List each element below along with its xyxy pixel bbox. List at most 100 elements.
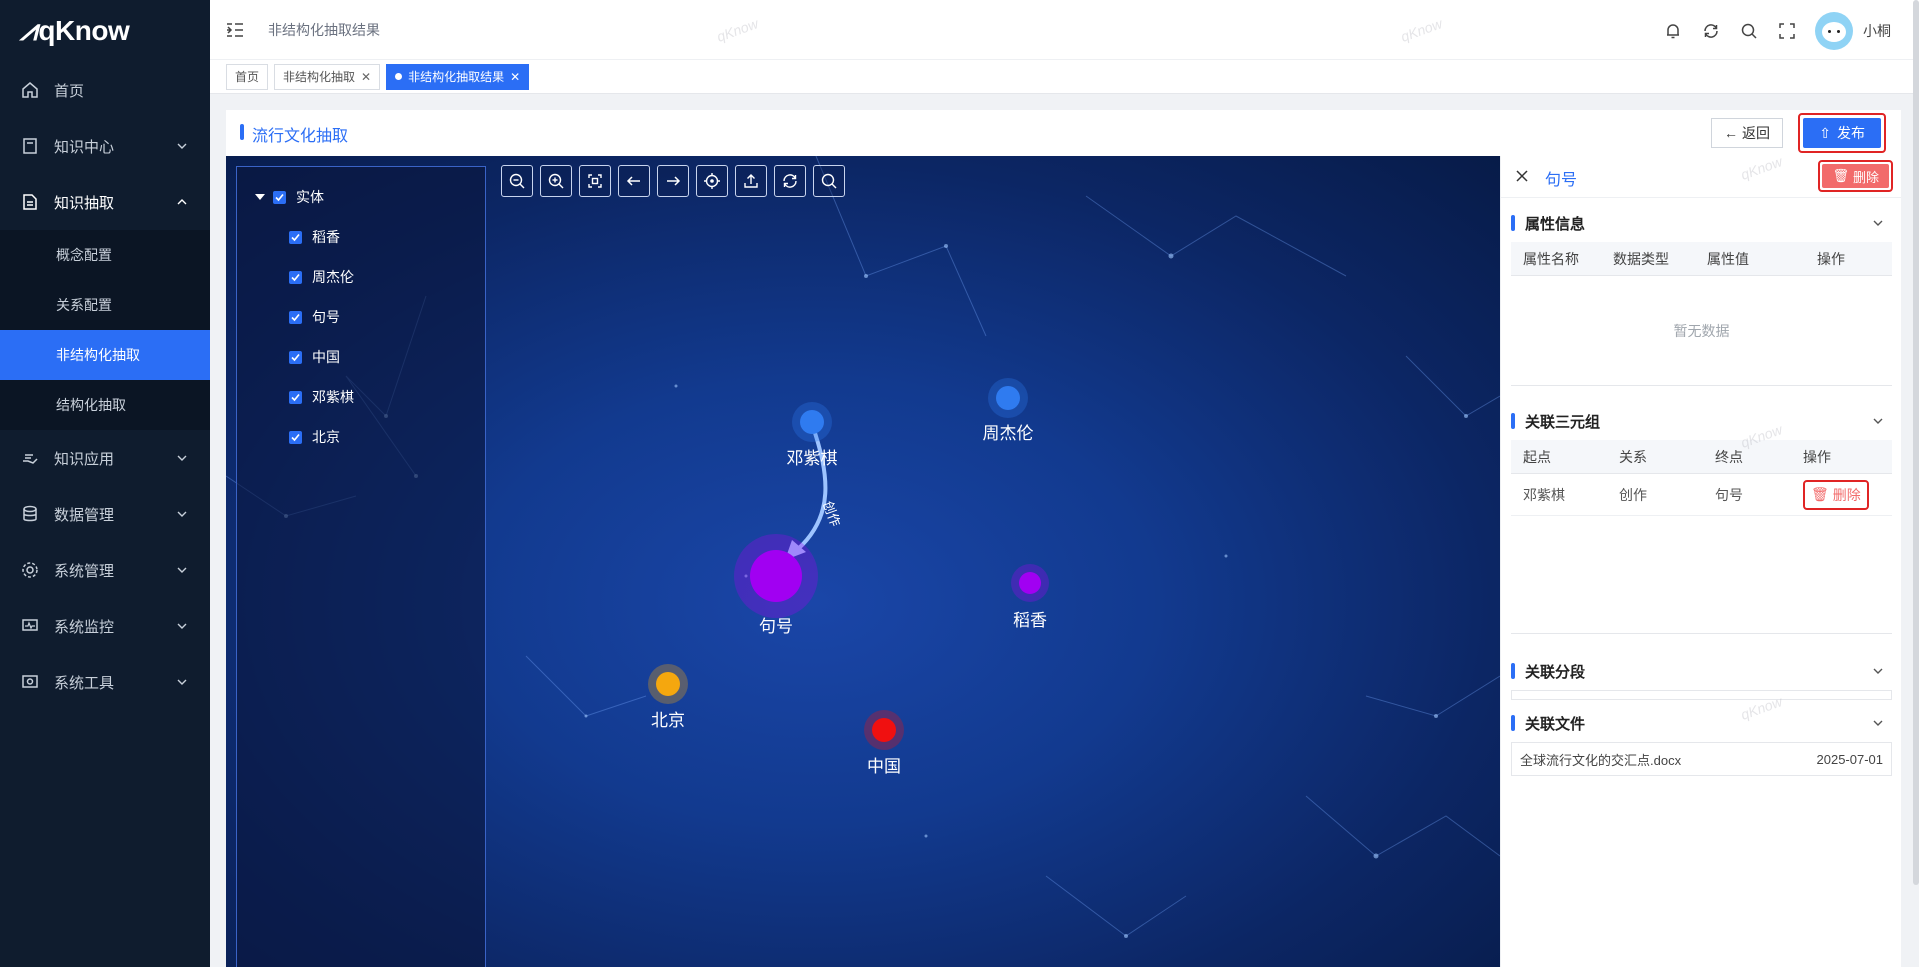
arrow-right-icon[interactable] [657, 165, 689, 197]
checkbox-checked-icon[interactable] [289, 430, 302, 444]
tree-root[interactable]: 实体 [255, 187, 324, 207]
graph-node-jh[interactable] [734, 534, 818, 618]
graph-node-dx[interactable] [1011, 564, 1049, 602]
checkbox-checked-icon[interactable] [273, 190, 286, 204]
sidebar-item-concept-config[interactable]: 概念配置 [0, 230, 210, 280]
section-title[interactable]: 关联分段 [1511, 656, 1892, 686]
avatar-eye [1828, 30, 1831, 33]
tree-item[interactable]: 稻香 [289, 227, 340, 247]
trash-icon: 🗑 [1811, 486, 1829, 502]
fit-icon[interactable] [579, 165, 611, 197]
graph-node-label: 北京 [651, 711, 685, 730]
zoom-in-icon[interactable] [540, 165, 572, 197]
checkbox-checked-icon[interactable] [289, 350, 302, 364]
bell-icon[interactable] [1663, 21, 1683, 41]
export-icon[interactable] [735, 165, 767, 197]
sidebar-item-unstructured-extraction[interactable]: 非结构化抽取 [0, 330, 210, 380]
app-logo[interactable]: ⩘ qKnow [0, 0, 210, 62]
section-title[interactable]: 关联文件 [1511, 708, 1892, 738]
target-icon[interactable] [696, 165, 728, 197]
close-icon[interactable]: ✕ [510, 70, 520, 84]
fullscreen-icon[interactable] [1777, 21, 1797, 41]
tree-item[interactable]: 句号 [289, 307, 340, 327]
refresh-icon[interactable] [774, 165, 806, 197]
sidebar-item-data-management[interactable]: 数据管理 [0, 486, 210, 542]
triple-action: 🗑 删除 [1791, 479, 1891, 510]
publish-label: 发布 [1837, 125, 1865, 141]
sidebar-item-knowledge-app[interactable]: 知识应用 [0, 430, 210, 486]
caret-down-icon[interactable] [255, 194, 265, 200]
close-icon[interactable] [1515, 169, 1529, 183]
table-header: 起点 关系 终点 操作 [1511, 440, 1892, 474]
knowledge-graph-canvas[interactable]: 创作 邓紫棋 周杰伦 句号 稻香 北京 中国 实体 稻香 周杰伦 句号 中国 邓… [226, 156, 1500, 967]
search-icon[interactable] [813, 165, 845, 197]
hand-icon [20, 448, 40, 468]
column-header: 关系 [1619, 448, 1647, 465]
section-title-text: 属性信息 [1525, 215, 1586, 233]
chevron-down-icon[interactable] [1872, 217, 1884, 229]
tree-item[interactable]: 邓紫棋 [289, 387, 354, 407]
tree-item[interactable]: 周杰伦 [289, 267, 354, 287]
tree-item[interactable]: 中国 [289, 347, 340, 367]
section-title[interactable]: 关联三元组 [1511, 406, 1892, 436]
close-icon[interactable]: ✕ [361, 70, 371, 84]
sidebar-item-system-management[interactable]: 系统管理 [0, 542, 210, 598]
chevron-down-icon [177, 511, 187, 517]
back-button[interactable]: ← 返回 [1711, 118, 1783, 148]
graph-node-zjl[interactable] [988, 378, 1028, 418]
tree-item-label: 北京 [312, 429, 340, 445]
page-scrollbar[interactable] [1913, 0, 1919, 885]
chevron-down-icon[interactable] [1872, 665, 1884, 677]
zoom-out-icon[interactable] [501, 165, 533, 197]
publish-button[interactable]: ⇧ 发布 [1803, 118, 1881, 148]
sidebar-item-system-monitor[interactable]: 系统监控 [0, 598, 210, 654]
graph-node-dzq[interactable] [792, 402, 832, 442]
tab-unstructured-extraction[interactable]: 非结构化抽取 ✕ [274, 63, 381, 90]
tree-item-label: 邓紫棋 [312, 389, 354, 405]
graph-node-zg[interactable] [864, 710, 904, 750]
checkbox-checked-icon[interactable] [289, 390, 302, 404]
tree-item[interactable]: 北京 [289, 427, 340, 447]
column-header: 起点 [1523, 448, 1551, 465]
checkbox-checked-icon[interactable] [289, 230, 302, 244]
checkbox-checked-icon[interactable] [289, 310, 302, 324]
delete-triple-button[interactable]: 🗑 删除 [1803, 479, 1869, 510]
graph-node-bj[interactable] [648, 664, 688, 704]
sidebar-item-system-tools[interactable]: 系统工具 [0, 654, 210, 710]
search-icon[interactable] [1739, 21, 1759, 41]
sidebar-item-home[interactable]: 首页 [0, 62, 210, 118]
sidebar-item-relation-config[interactable]: 关系配置 [0, 280, 210, 330]
panel-title: 句号 [1545, 172, 1578, 189]
tab-label: 非结构化抽取结果 [408, 70, 505, 84]
tab-unstructured-result[interactable]: 非结构化抽取结果 ✕ [386, 63, 530, 90]
triple-relation: 创作 [1619, 486, 1647, 503]
chevron-down-icon[interactable] [1872, 717, 1884, 729]
sidebar-item-structured-extraction[interactable]: 结构化抽取 [0, 380, 210, 430]
sidebar-item-knowledge-center[interactable]: 知识中心 [0, 118, 210, 174]
sidebar-item-knowledge-extraction[interactable]: 知识抽取 [0, 174, 210, 230]
card-title: 流行文化抽取 [240, 122, 348, 146]
delete-triple-label: 删除 [1832, 486, 1861, 503]
publish-highlight: ⇧ 发布 [1798, 113, 1886, 153]
chevron-down-icon[interactable] [1872, 415, 1884, 427]
section-title[interactable]: 属性信息 [1511, 208, 1892, 238]
arrow-left-icon[interactable] [618, 165, 650, 197]
arrow-left-icon: ← [1724, 125, 1738, 141]
avatar[interactable] [1815, 12, 1853, 50]
graph-node-label: 邓紫棋 [786, 449, 838, 468]
collapse-menu-icon[interactable] [226, 22, 244, 38]
delete-entity-button[interactable]: 🗑 删除 [1822, 164, 1889, 188]
checkbox-checked-icon[interactable] [289, 270, 302, 284]
file-name[interactable]: 全球流行文化的交汇点.docx [1520, 750, 1681, 769]
user-name[interactable]: 小桐 [1863, 21, 1891, 41]
trash-icon: 🗑 [1832, 168, 1849, 183]
tab-home[interactable]: 首页 [226, 63, 269, 90]
refresh-icon[interactable] [1701, 21, 1721, 41]
sidebar: ⩘ qKnow 首页 知识中心 知识抽取 概念配置 关系配置 非结构化抽取 结构… [0, 0, 210, 967]
file-item[interactable]: 全球流行文化的交汇点.docx 2025-07-01 [1511, 742, 1892, 776]
edge-creation[interactable] [796, 423, 828, 551]
column-header: 数据类型 [1613, 250, 1669, 267]
chevron-down-icon [177, 455, 187, 461]
tab-label: 首页 [235, 70, 260, 84]
graph-node-label: 周杰伦 [982, 424, 1034, 443]
